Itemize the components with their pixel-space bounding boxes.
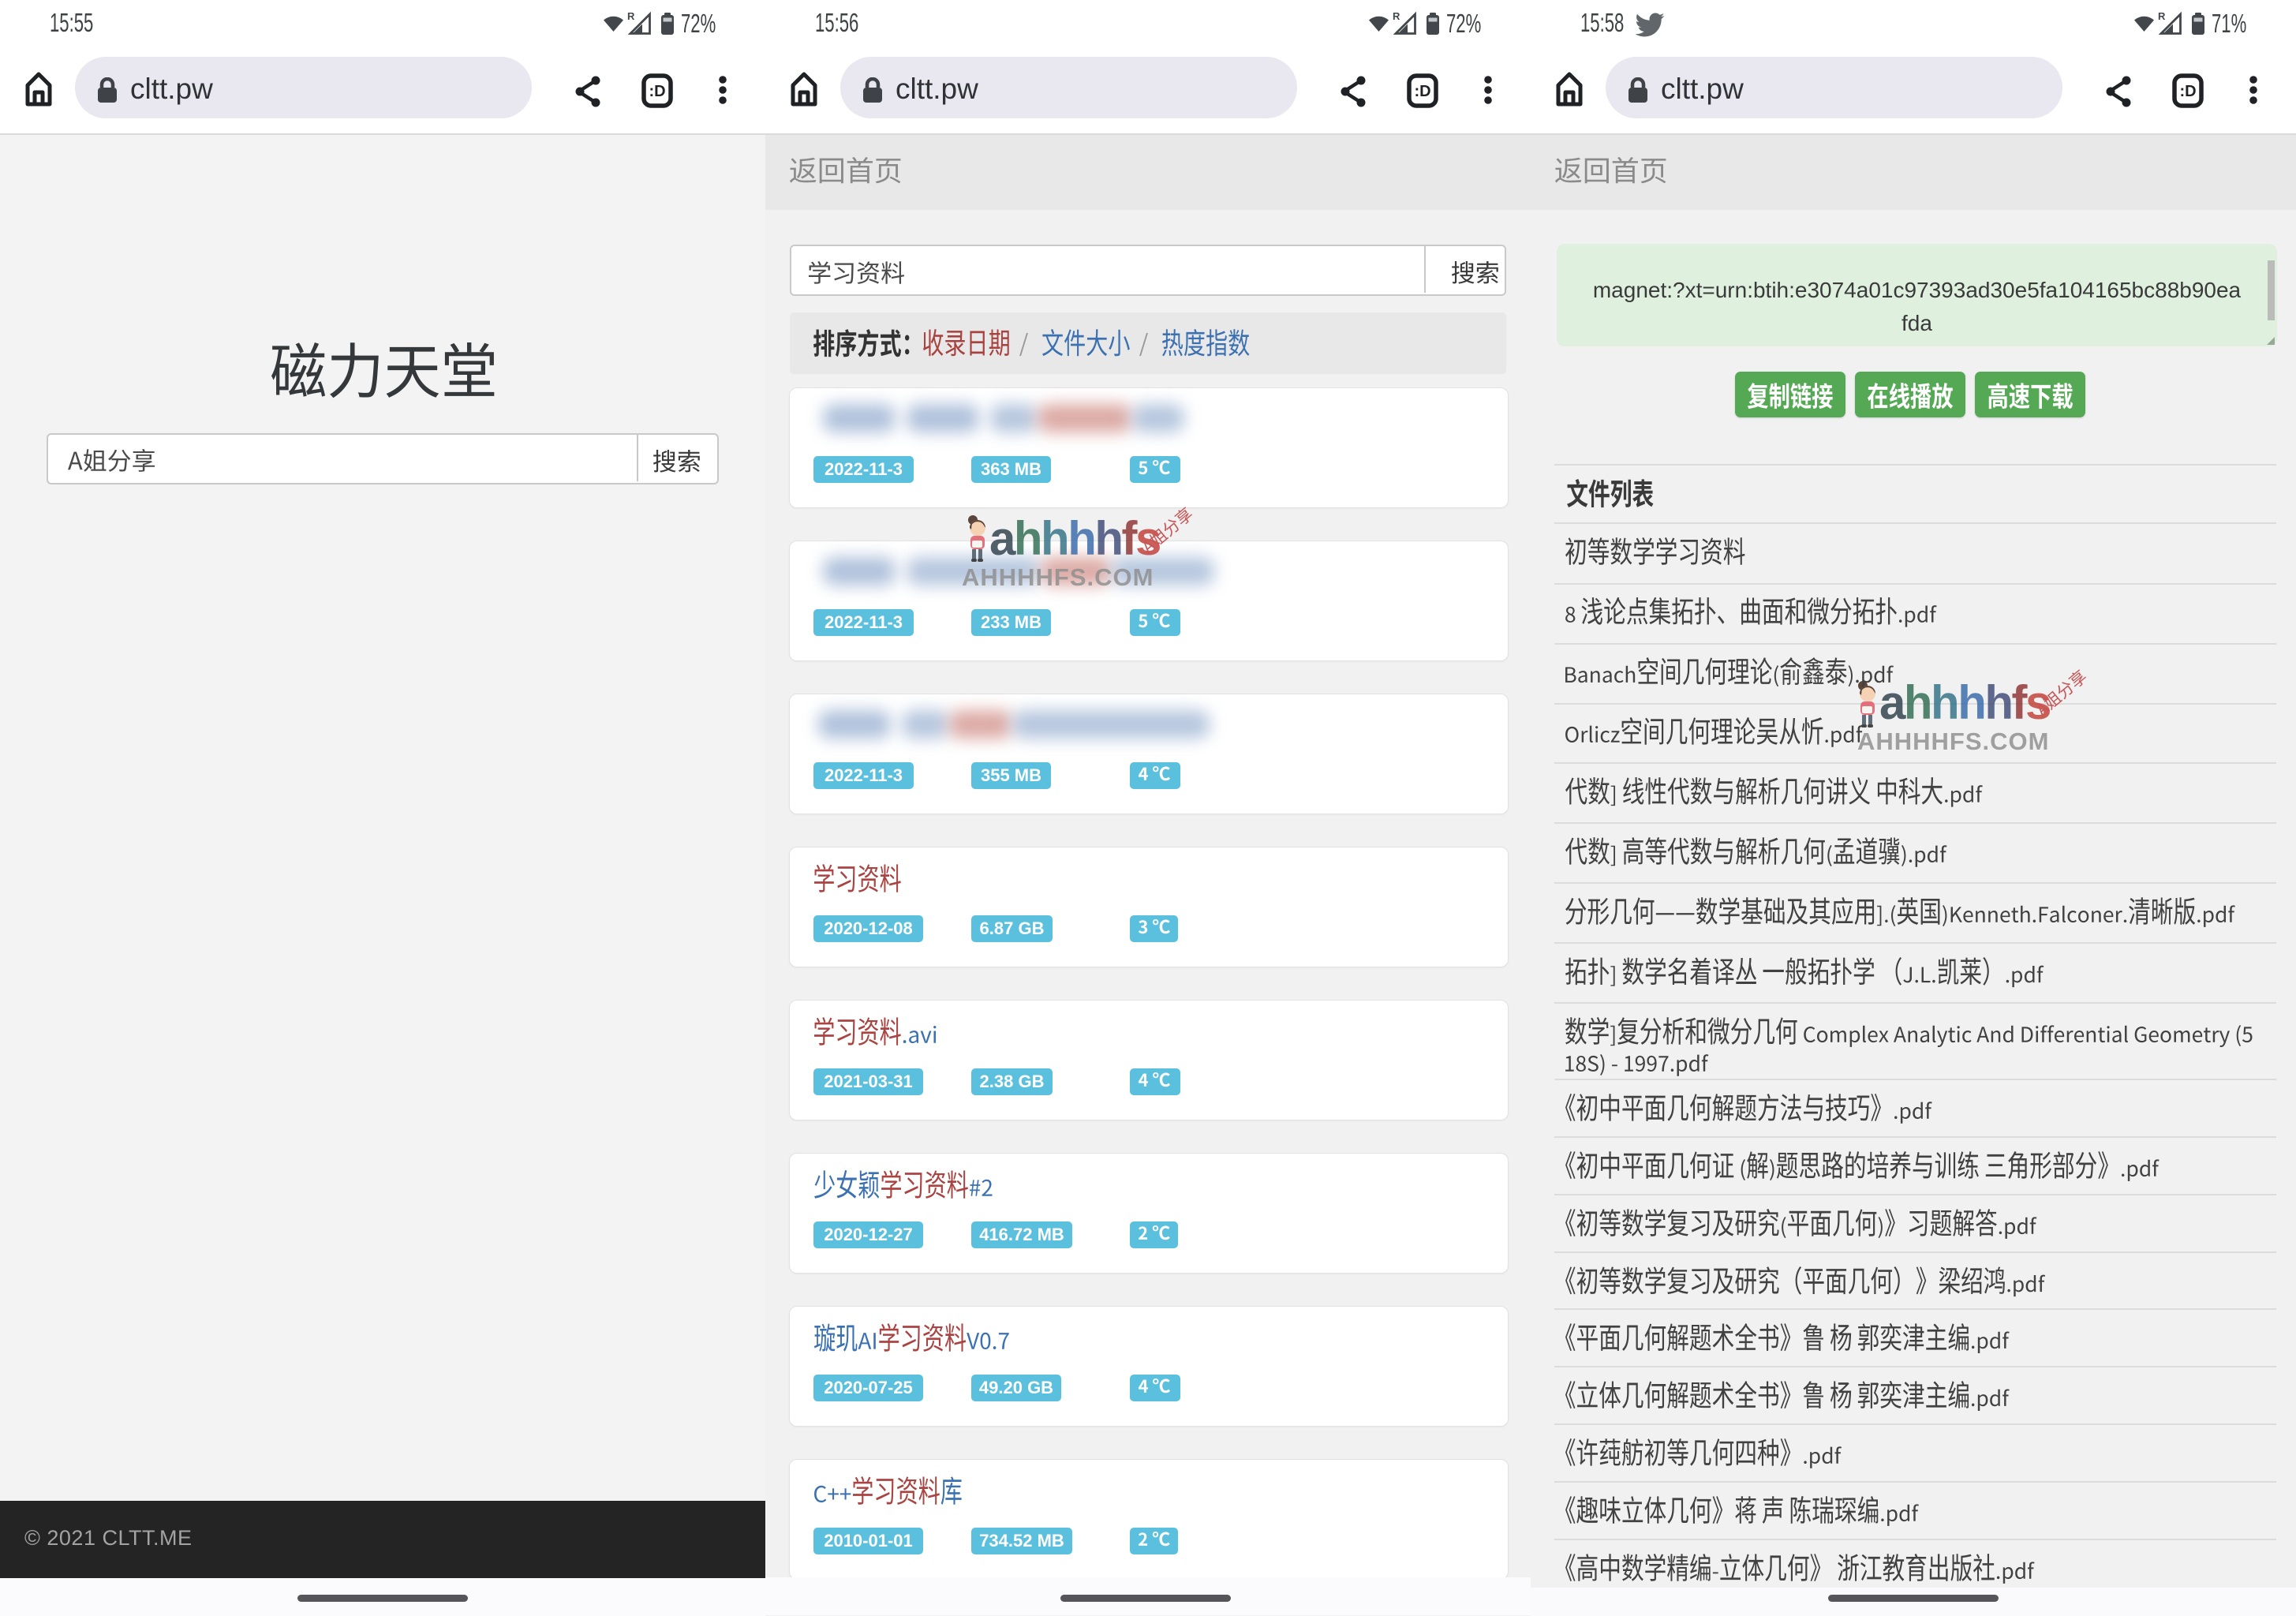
- svg-text::D: :D: [649, 83, 665, 100]
- svg-text:R: R: [2158, 10, 2166, 22]
- svg-text:R: R: [1393, 10, 1400, 22]
- svg-text:R: R: [627, 10, 635, 22]
- svg-text::D: :D: [2179, 83, 2196, 100]
- svg-text::D: :D: [1414, 83, 1430, 100]
